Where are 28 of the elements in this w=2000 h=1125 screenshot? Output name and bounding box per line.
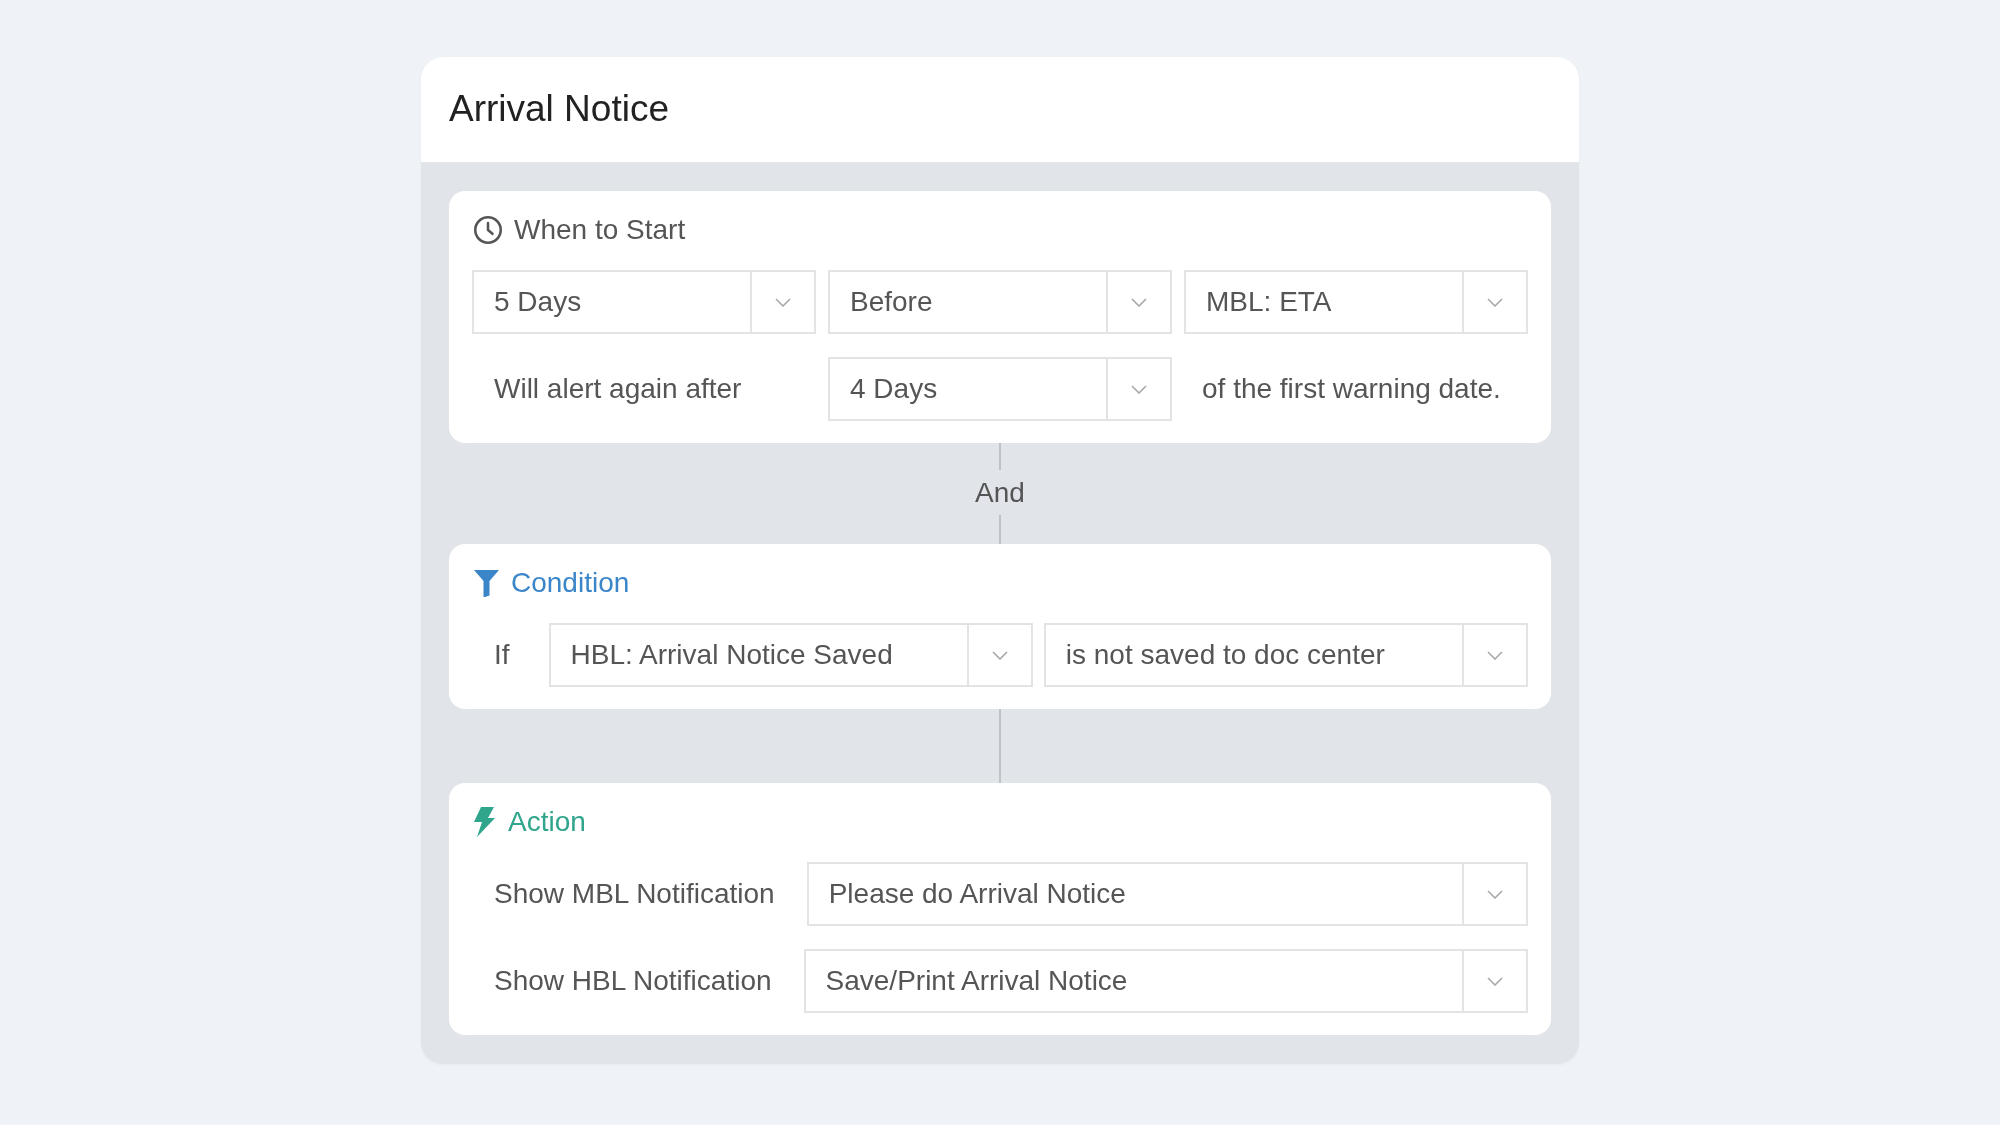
caret-icon (991, 650, 1008, 660)
field-label: Show HBL Notification (493, 964, 772, 998)
field-label: of the first warning date. (1201, 372, 1502, 406)
dropdown[interactable]: HBL: Arrival Notice Saved (548, 623, 1033, 687)
panel-title: Arrival Notice (449, 87, 669, 132)
caret-icon (1487, 650, 1503, 660)
card-heading: Action (508, 805, 586, 839)
field-label: Will alert again after (493, 372, 743, 406)
caret-icon (1487, 297, 1503, 307)
connector-line (999, 443, 1001, 470)
caret-icon (775, 297, 791, 307)
dropdown[interactable]: 4 Days (828, 357, 1172, 421)
field-label: Show MBL Notification (493, 877, 775, 911)
dropdown[interactable]: is not saved to doc center (1043, 623, 1528, 687)
dropdown[interactable]: Before (828, 270, 1172, 334)
card-heading: When to Start (514, 213, 686, 247)
caret-icon (1131, 297, 1147, 307)
connector-label: And (975, 476, 1025, 510)
caret-icon (1487, 889, 1503, 899)
caret-icon (1131, 384, 1147, 394)
dropdown[interactable]: MBL: ETA (1184, 270, 1528, 334)
card-heading: Condition (511, 566, 630, 600)
caret-icon (1487, 976, 1503, 986)
field-label: If (493, 638, 511, 672)
dropdown[interactable]: Please do Arrival Notice (806, 862, 1528, 926)
connector-line (999, 515, 1001, 544)
dropdown[interactable]: 5 Days (472, 270, 816, 334)
dropdown[interactable]: Save/Print Arrival Notice (803, 949, 1528, 1013)
